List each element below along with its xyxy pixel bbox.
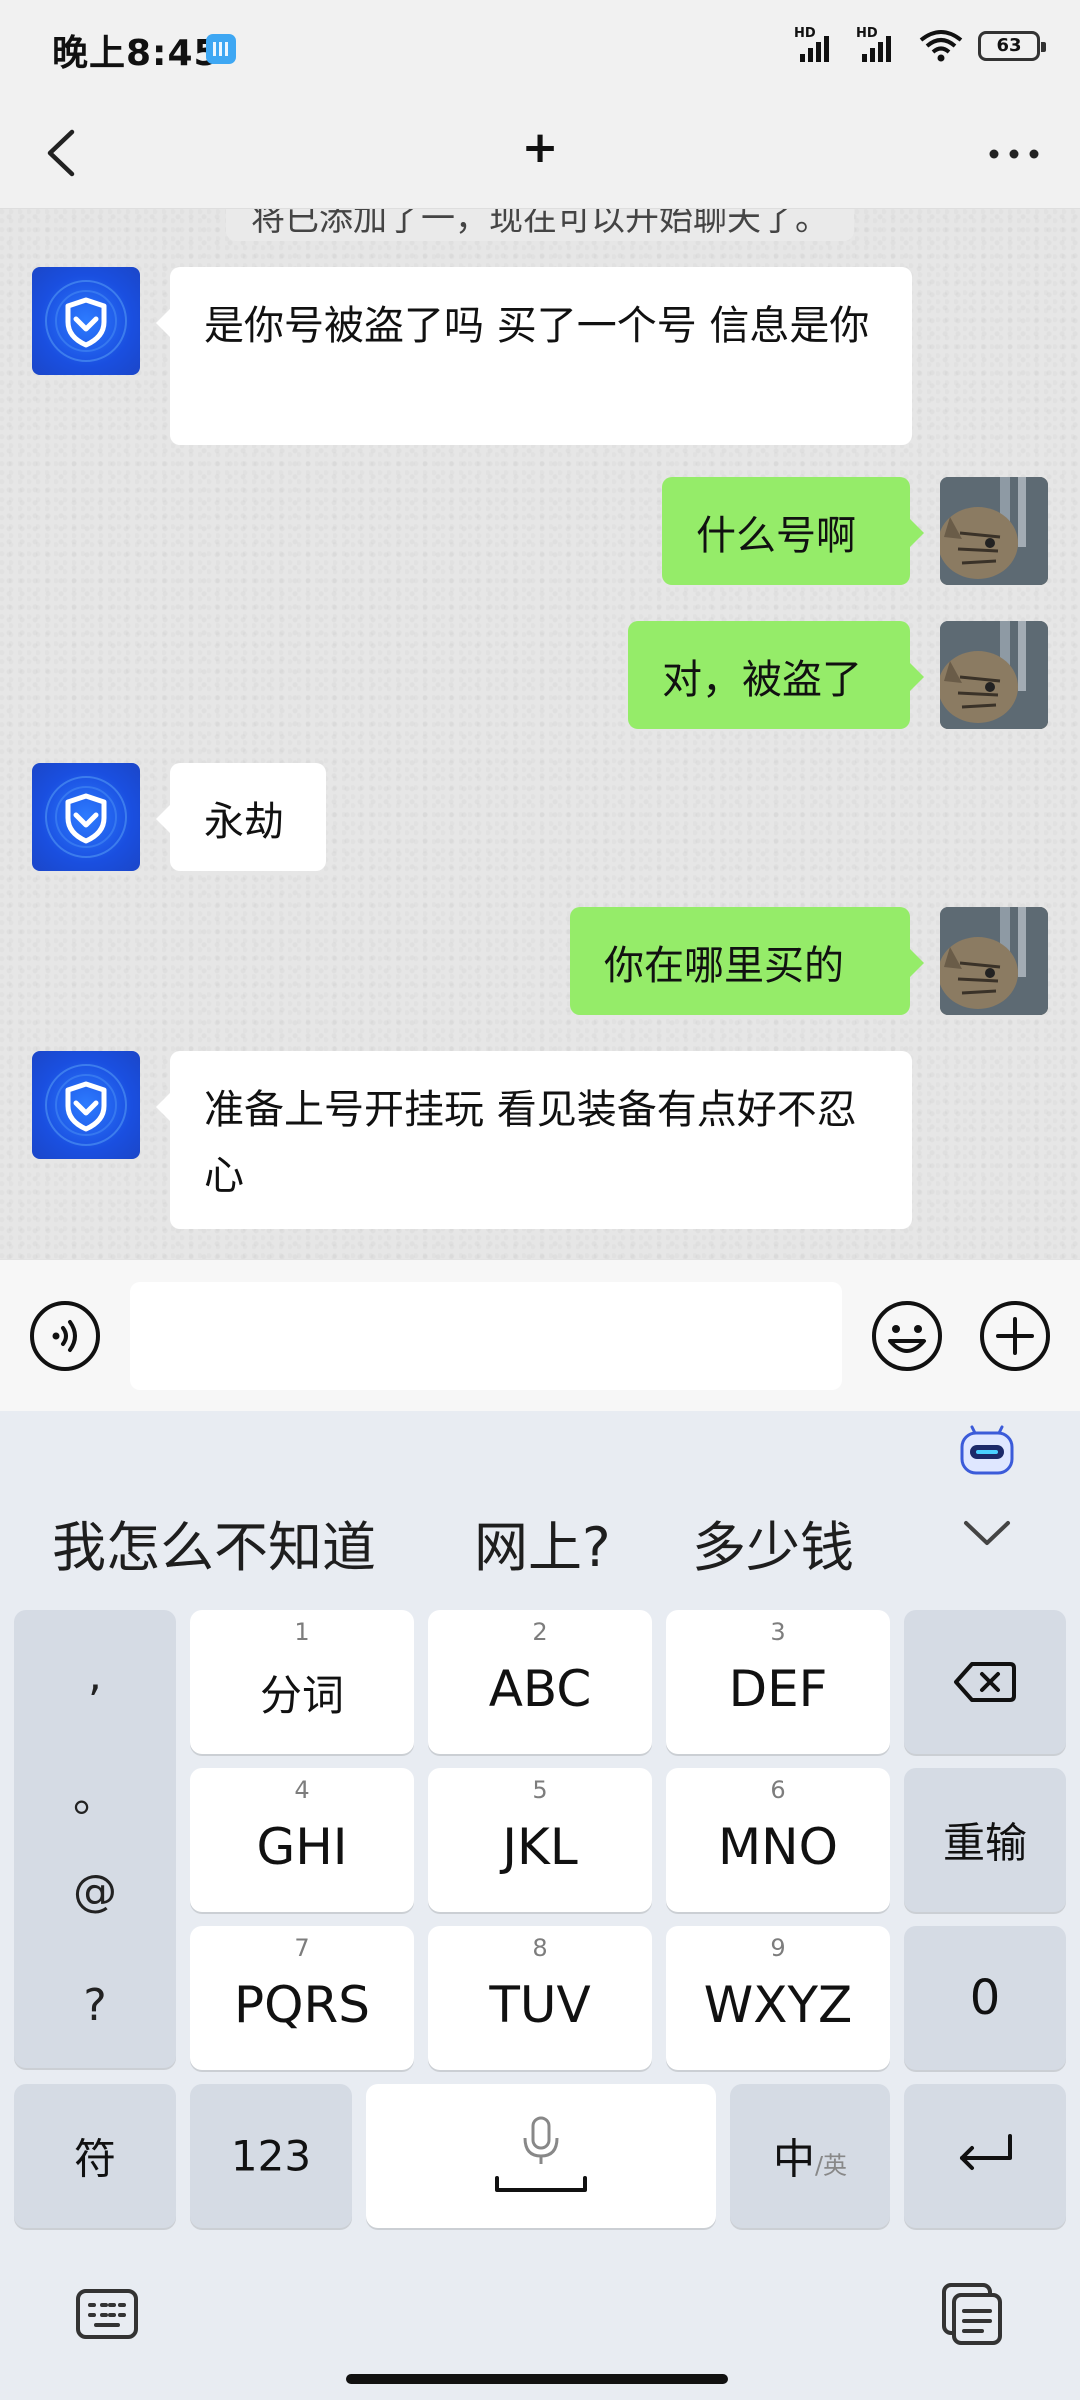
enter-key[interactable] — [904, 2084, 1066, 2228]
key-number: 1 — [294, 1618, 310, 1646]
key-0[interactable]: 0 — [904, 1926, 1066, 2070]
key-number: 7 — [294, 1934, 310, 1962]
key-label: 中/英 — [730, 2126, 890, 2187]
shield-icon — [45, 776, 127, 858]
key-label: 分词 — [259, 1671, 344, 1720]
numeric-key[interactable]: 123 — [190, 2084, 352, 2228]
contact-avatar[interactable] — [32, 1051, 140, 1159]
key-number: 8 — [532, 1934, 548, 1962]
key-label: PQRS — [234, 1976, 370, 2034]
punct-comma[interactable]: , — [14, 1650, 176, 1701]
key-label: JKL — [502, 1818, 578, 1876]
lang-main: 中 — [772, 2134, 815, 2184]
backspace-icon — [954, 1662, 1016, 1702]
suggestion-1[interactable]: 我怎么不知道 — [52, 1503, 376, 1582]
key-6[interactable]: 6 MNO — [666, 1768, 890, 1912]
symbol-key[interactable]: 符 — [14, 2084, 176, 2228]
cat-photo-icon — [940, 621, 1048, 729]
message-bubble-outgoing[interactable]: 你在哪里买的 — [570, 907, 924, 1015]
reset-key[interactable]: 重输 — [904, 1768, 1066, 1912]
cat-photo-icon — [940, 907, 1048, 1015]
chat-title: + — [521, 122, 559, 173]
chat-header: + — [0, 98, 1080, 209]
key-4[interactable]: 4 GHI — [190, 1768, 414, 1912]
status-time: 晚上8:45 — [52, 33, 220, 74]
space-key[interactable] — [366, 2084, 716, 2228]
signal-icon: HD — [856, 26, 904, 66]
keyboard-icon[interactable] — [74, 2281, 140, 2347]
key-number: 6 — [770, 1776, 786, 1804]
status-indicators: HD HD 63 — [794, 26, 1046, 66]
user-avatar[interactable] — [940, 477, 1048, 585]
battery-icon: 63 — [978, 31, 1046, 61]
system-message: 将已添加了一，现在可以开始聊天了。 — [226, 209, 854, 241]
user-avatar[interactable] — [940, 907, 1048, 1015]
suggestion-3[interactable]: 多少钱 — [692, 1503, 854, 1582]
key-3[interactable]: 3 DEF — [666, 1610, 890, 1754]
key-label: ABC — [488, 1660, 592, 1718]
key-label: 重输 — [942, 1818, 1027, 1868]
signal-icon: HD — [794, 26, 842, 66]
chat-area[interactable]: 将已添加了一，现在可以开始聊天了。 是你号被盗了吗 买了一个号 信息是你 什么号… — [0, 209, 1080, 1259]
suggestion-2[interactable]: 网上? — [474, 1503, 611, 1582]
key-number: 3 — [770, 1618, 786, 1646]
mic-icon — [495, 2116, 587, 2192]
user-avatar[interactable] — [940, 621, 1048, 729]
key-label: GHI — [256, 1818, 348, 1876]
message-input[interactable] — [130, 1282, 842, 1390]
clipboard-icon[interactable] — [940, 2281, 1006, 2347]
backspace-key[interactable] — [904, 1610, 1066, 1754]
key-1[interactable]: 1 分词 — [190, 1610, 414, 1754]
chevron-down-icon[interactable] — [958, 1513, 1016, 1553]
key-7[interactable]: 7 PQRS — [190, 1926, 414, 2070]
shield-icon — [45, 1064, 127, 1146]
input-bar — [0, 1259, 1080, 1412]
message-bubble-outgoing[interactable]: 对，被盗了 — [628, 621, 924, 729]
contact-avatar[interactable] — [32, 763, 140, 871]
language-switch-key[interactable]: 中/英 — [730, 2084, 890, 2228]
key-label: TUV — [489, 1976, 591, 2034]
key-9[interactable]: 9 WXYZ — [666, 1926, 890, 2070]
ime-assistant-icon[interactable] — [956, 1417, 1018, 1479]
punct-at[interactable]: @ — [14, 1866, 176, 1917]
emoji-icon[interactable] — [870, 1299, 944, 1373]
punct-period[interactable]: 。 — [14, 1760, 176, 1824]
key-5[interactable]: 5 JKL — [428, 1768, 652, 1912]
plus-icon[interactable] — [978, 1299, 1052, 1373]
enter-icon — [960, 2134, 1012, 2170]
lang-sub: /英 — [814, 2151, 848, 2180]
status-bar: 晚上8:45 HD HD 63 — [0, 0, 1080, 98]
message-bubble-outgoing[interactable]: 什么号啊 — [662, 477, 924, 585]
more-icon[interactable] — [984, 134, 1044, 174]
cat-photo-icon — [940, 477, 1048, 585]
battery-level: 63 — [996, 35, 1022, 56]
key-label: 123 — [230, 2131, 312, 2181]
message-bubble-incoming[interactable]: 永劫 — [156, 763, 326, 871]
key-number: 4 — [294, 1776, 310, 1804]
key-label: 0 — [969, 1970, 1001, 2026]
keyboard-app-icon — [206, 34, 236, 64]
contact-avatar[interactable] — [32, 267, 140, 375]
shield-icon — [45, 280, 127, 362]
key-8[interactable]: 8 TUV — [428, 1926, 652, 2070]
key-number: 5 — [532, 1776, 548, 1804]
key-label: DEF — [728, 1660, 828, 1718]
wifi-icon — [919, 30, 963, 62]
key-label: MNO — [718, 1818, 838, 1876]
voice-icon[interactable] — [28, 1299, 102, 1373]
key-label: WXYZ — [703, 1976, 853, 2034]
key-number: 2 — [532, 1618, 548, 1646]
home-indicator[interactable] — [346, 2374, 728, 2384]
key-label: 符 — [73, 2134, 116, 2184]
message-bubble-incoming[interactable]: 是你号被盗了吗 买了一个号 信息是你 — [156, 267, 912, 445]
key-2[interactable]: 2 ABC — [428, 1610, 652, 1754]
ime-keyboard: 我怎么不知道 网上? 多少钱 , 。 @ ? 1 分词 2 ABC 3 DEF … — [0, 1411, 1080, 2400]
punct-question[interactable]: ? — [14, 1980, 176, 2031]
key-number: 9 — [770, 1934, 786, 1962]
message-bubble-incoming[interactable]: 准备上号开挂玩 看见装备有点好不忍心 — [156, 1051, 912, 1229]
punctuation-column[interactable]: , 。 @ ? — [14, 1610, 176, 2068]
